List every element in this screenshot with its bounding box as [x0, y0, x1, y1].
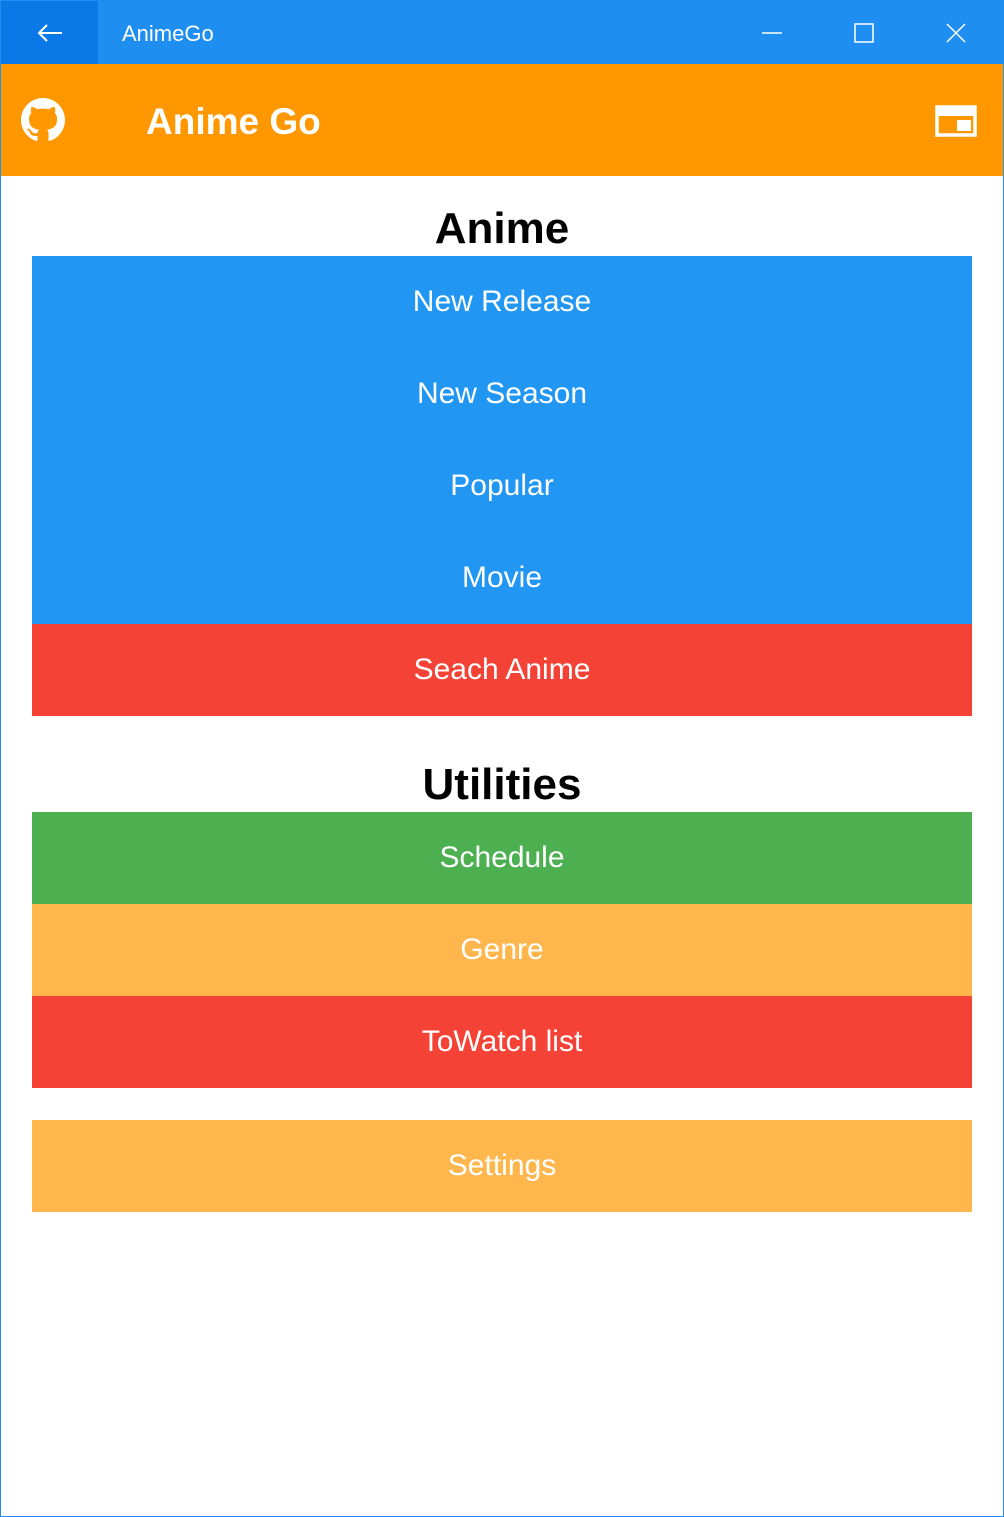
- maximize-icon: [854, 22, 874, 43]
- header-title: Anime Go: [146, 101, 321, 142]
- back-arrow-icon: [37, 23, 62, 42]
- layout-toggle-button[interactable]: [933, 102, 979, 140]
- movie-button[interactable]: Movie: [32, 532, 972, 624]
- close-icon: [946, 22, 966, 43]
- minimize-icon: [762, 31, 782, 34]
- utilities-section-title: Utilities: [422, 760, 582, 809]
- app-window: AnimeGo Anime Go Anime New Release New S…: [0, 0, 1004, 1517]
- layout-panel-icon: [935, 105, 977, 137]
- window-title: AnimeGo: [122, 21, 214, 46]
- back-button[interactable]: [1, 1, 98, 64]
- anime-section-title: Anime: [434, 204, 570, 253]
- towatch-list-button[interactable]: ToWatch list: [32, 996, 972, 1088]
- minimize-button[interactable]: [726, 1, 818, 64]
- maximize-button[interactable]: [818, 1, 910, 64]
- github-icon: [21, 98, 65, 141]
- github-button[interactable]: [21, 98, 65, 142]
- close-button[interactable]: [910, 1, 1002, 64]
- popular-button[interactable]: Popular: [32, 440, 972, 532]
- app-header: Anime Go: [1, 64, 1003, 176]
- search-anime-button[interactable]: Seach Anime: [32, 624, 972, 716]
- genre-button[interactable]: Genre: [32, 904, 972, 996]
- settings-button[interactable]: Settings: [32, 1120, 972, 1212]
- title-bar: AnimeGo: [1, 1, 1003, 64]
- new-season-button[interactable]: New Season: [32, 348, 972, 440]
- schedule-button[interactable]: Schedule: [32, 812, 972, 904]
- new-release-button[interactable]: New Release: [32, 256, 972, 348]
